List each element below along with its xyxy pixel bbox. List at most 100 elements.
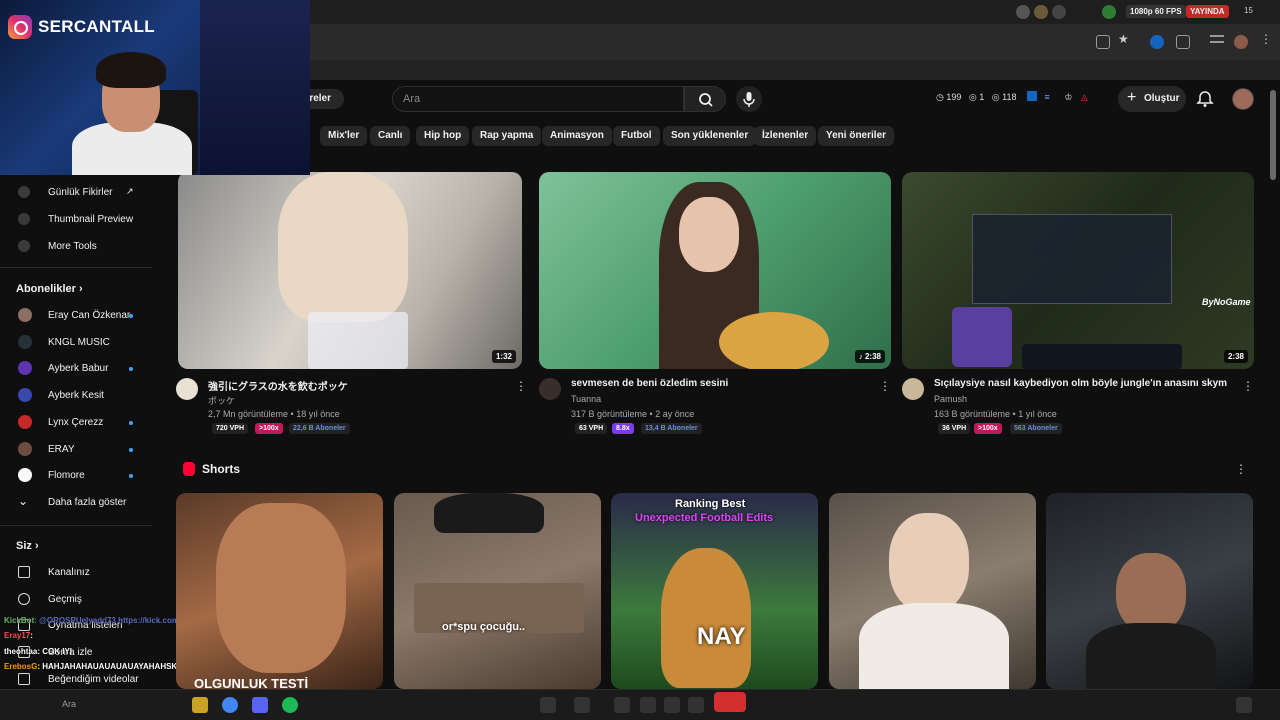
video-title[interactable]: 強引にグラスの水を飲むポッケ [208, 378, 348, 393]
video-title[interactable]: Sıçılaysiye nasıl kaybediyon olm böyle j… [934, 378, 1227, 389]
filter-chip[interactable]: Mix'ler [320, 126, 368, 146]
browser-icon[interactable] [222, 697, 238, 713]
mic-icon[interactable] [540, 697, 556, 713]
short-thumbnail[interactable]: Ranking Best Unexpected Football Edits N… [611, 493, 818, 689]
face-shape [1116, 553, 1186, 633]
extension-icon[interactable] [1052, 5, 1066, 19]
channel-name[interactable]: Tuanna [571, 394, 601, 404]
chevron-right-icon: › [78, 283, 83, 295]
extension-icon[interactable] [1150, 35, 1164, 49]
channel-name[interactable]: ポッケ [208, 394, 235, 407]
video-title[interactable]: sevmesen de beni özledim sesini [571, 378, 728, 389]
eye-icon: ◎ [968, 92, 980, 102]
puzzle-icon[interactable] [1176, 35, 1190, 49]
search-input[interactable]: Ara [392, 86, 684, 112]
reading-list-icon[interactable] [1210, 35, 1224, 43]
sidebar-item-more-tools[interactable]: More Tools [0, 235, 152, 257]
avatar[interactable] [1232, 88, 1254, 110]
discord-icon[interactable] [252, 697, 268, 713]
subscriptions-header[interactable]: Abonelikler › [16, 283, 83, 295]
sidebar-subscription[interactable]: Lynx Çerezz [0, 411, 152, 433]
more-icon[interactable] [688, 697, 704, 713]
search-button[interactable] [684, 86, 726, 112]
channel-avatar[interactable] [902, 378, 924, 400]
sidebar-item-channel[interactable]: Kanalınız [0, 561, 152, 583]
chat-user: theohtaa [4, 647, 38, 656]
filter-chip[interactable]: Canlı [370, 126, 411, 146]
extension-icon[interactable] [1016, 5, 1030, 19]
sidebar-subscription[interactable]: KNGL MUSIC [0, 331, 152, 353]
channel-avatar[interactable] [539, 378, 561, 400]
sidebar-subscription[interactable]: Ayberk Kesit [0, 384, 152, 406]
short-thumbnail[interactable]: or*spu çocuğu.. [394, 493, 601, 689]
filter-chip[interactable]: Rap yapma [472, 126, 542, 146]
video-thumbnail[interactable]: ByNoGame 2:38 [902, 172, 1254, 369]
screen: 1080p 60 FPS YAYINDA 15 ★ ⋮ treler Ara ◷… [0, 0, 1280, 720]
bell-off-icon[interactable]: ◬ [1081, 92, 1088, 102]
filter-chip[interactable]: Hip hop [416, 126, 470, 146]
cat-shape [278, 172, 408, 322]
new-content-dot [129, 447, 133, 452]
channel-name[interactable]: Pamush [934, 394, 967, 404]
extension-icon[interactable] [1027, 91, 1038, 101]
filter-chip[interactable]: Animasyon [542, 126, 612, 146]
video-thumbnail[interactable]: 1:32 [178, 172, 522, 369]
folder-icon[interactable] [192, 697, 208, 713]
stat-value: 1 [979, 92, 985, 102]
watermark-logo: ByNoGame [1202, 297, 1251, 307]
menu-icon[interactable]: ⋮ [1260, 32, 1272, 46]
filter-chip[interactable]: Futbol [613, 126, 660, 146]
sidebar-subscription[interactable]: ERAY [0, 438, 152, 460]
short-thumbnail[interactable] [829, 493, 1036, 689]
filter-chip[interactable]: İzlenenler [754, 126, 817, 146]
sidebar-item-like[interactable]: Beğendiğim videolar [0, 668, 152, 690]
sidebar-subscription[interactable]: Flomore [0, 464, 152, 486]
apps-icon[interactable] [640, 697, 656, 713]
video-meta: 163 B görüntüleme • 1 yıl önce [934, 409, 1057, 419]
more-options-icon[interactable]: ⋮ [515, 379, 527, 393]
extension-icon[interactable] [1102, 5, 1116, 19]
effects-icon[interactable] [664, 697, 680, 713]
sidebar-subscription[interactable]: Eray Can Özkenar [0, 304, 152, 326]
filter-chip[interactable]: Son yüklenenler [663, 126, 757, 146]
voice-search-button[interactable] [736, 86, 762, 112]
cap-shape [434, 493, 544, 533]
star-icon[interactable]: ★ [1118, 32, 1129, 46]
more-options-icon[interactable]: ⋮ [1242, 379, 1254, 393]
tool-icon [18, 240, 30, 252]
taskbar-search[interactable]: Ara [62, 699, 76, 709]
vph-badge: 720 VPH [212, 423, 249, 434]
trophy-icon[interactable]: ♔ [1064, 92, 1072, 102]
short-thumbnail[interactable] [1046, 493, 1253, 689]
sidebar-item-thumbnail-preview[interactable]: Thumbnail Preview [0, 208, 152, 230]
profile-icon[interactable] [1234, 35, 1248, 49]
camera-off-icon[interactable] [574, 697, 590, 713]
list-icon[interactable]: ≡ [1045, 92, 1050, 102]
mic-icon [743, 92, 755, 107]
screen-share-icon[interactable] [614, 697, 630, 713]
spotify-icon[interactable] [282, 697, 298, 713]
more-options-icon[interactable]: ⋮ [879, 379, 891, 393]
multiplier-badge: 8.8x [612, 423, 634, 434]
more-options-icon[interactable]: ⋮ [1235, 462, 1247, 476]
video-thumbnail[interactable]: ♪ 2:38 [539, 172, 891, 369]
end-call-button[interactable] [714, 692, 746, 712]
subscription-name: KNGL MUSIC [48, 336, 110, 348]
stat-value: 199 [946, 92, 962, 102]
scrollbar[interactable] [1270, 90, 1276, 180]
subscription-name: Ayberk Babur [48, 363, 109, 375]
notifications-bell-icon[interactable] [1196, 90, 1214, 108]
install-icon[interactable] [1096, 35, 1110, 49]
you-header[interactable]: Siz › [16, 540, 39, 552]
channel-avatar[interactable] [176, 378, 198, 400]
volume-icon[interactable] [1236, 697, 1252, 713]
sidebar-item-history[interactable]: Geçmiş [0, 588, 152, 610]
sidebar-item-gunluk-fikirler[interactable]: Günlük Fikirler ↗ [0, 181, 152, 203]
video-meta: 317 B görüntüleme • 2 ay önce [571, 409, 695, 419]
extension-icon[interactable] [1034, 5, 1048, 19]
show-more-button[interactable]: ⌄ Daha fazla göster [0, 491, 152, 513]
create-button[interactable]: + Oluştur [1118, 86, 1186, 112]
short-thumbnail[interactable]: OLGUNLUK TESTİ [176, 493, 383, 689]
filter-chip[interactable]: Yeni öneriler [818, 126, 895, 146]
sidebar-subscription[interactable]: Ayberk Babur [0, 357, 152, 379]
